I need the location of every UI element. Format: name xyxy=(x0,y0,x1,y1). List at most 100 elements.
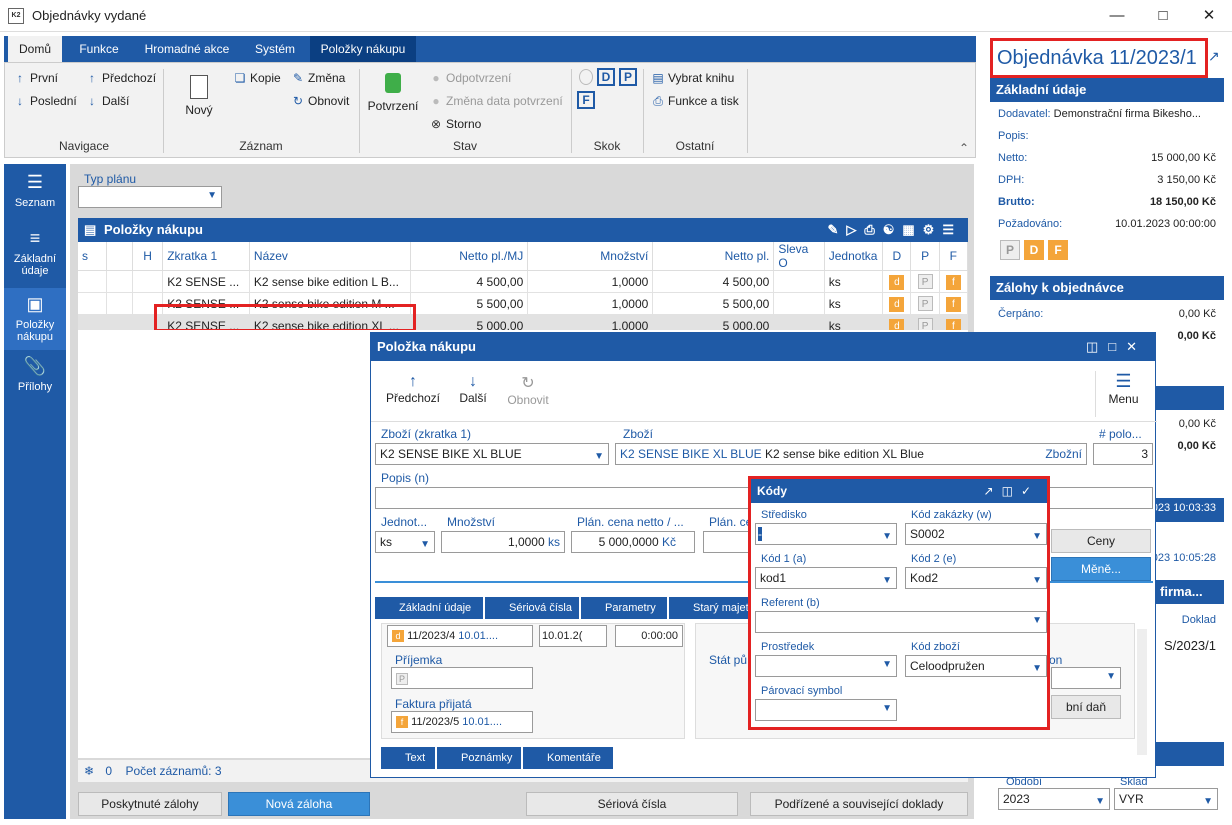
dialog-menu-button[interactable]: ☰ Menu xyxy=(1095,371,1151,417)
invoice-input[interactable]: f 11/2023/5 10.01.... xyxy=(391,711,533,733)
provided-deposits-button[interactable]: Poskytnuté zálohy xyxy=(78,792,222,816)
f-badge[interactable]: f xyxy=(945,318,961,330)
tab-serial-numbers[interactable]: Sériová čísla xyxy=(485,597,579,619)
tab-functions[interactable]: Funkce xyxy=(66,36,132,62)
goods-code-select[interactable]: Celoodpružen ▼ xyxy=(905,655,1047,677)
center-select[interactable]: - ▼ xyxy=(755,523,897,545)
plan-price-input[interactable]: 5 000,0000 Kč xyxy=(571,531,695,553)
nav-attachments[interactable]: 📎 Přílohy xyxy=(4,356,66,404)
unit-select[interactable]: ks ▼ xyxy=(375,531,435,553)
last-button[interactable]: ↓ Poslední xyxy=(13,94,77,108)
tab-system[interactable]: Systém xyxy=(242,36,308,62)
jump-f-button[interactable]: F xyxy=(577,91,595,109)
confirm-button[interactable]: Potvrzení xyxy=(367,73,419,113)
f-badge[interactable]: f xyxy=(945,274,961,290)
pairing-symbol-select[interactable]: ▼ xyxy=(755,699,897,721)
d-badge[interactable]: d xyxy=(889,274,905,290)
maximize-icon[interactable]: □ xyxy=(1140,4,1186,28)
first-button[interactable]: ↑ První xyxy=(13,71,58,85)
table-row[interactable]: K2 SENSE ... K2 sense bike edition L B..… xyxy=(78,270,968,293)
code1-select[interactable]: kod1 ▼ xyxy=(755,567,897,589)
col-s[interactable]: s xyxy=(78,242,107,271)
dialog-refresh-button[interactable]: ↻ Obnovit xyxy=(505,373,551,407)
related-documents-button[interactable]: Podřízené a související doklady xyxy=(750,792,968,816)
tab-basic-data[interactable]: Základní údaje xyxy=(375,597,483,619)
change-button[interactable]: ✎ Změna xyxy=(291,71,345,85)
tab-comments[interactable]: Komentáře xyxy=(523,747,613,769)
close-icon[interactable]: ✕ xyxy=(1186,4,1232,28)
tab-purchase-items[interactable]: Položky nákupu xyxy=(310,36,416,62)
d-badge[interactable]: d xyxy=(889,318,905,330)
copy-button[interactable]: ❏ Kopie xyxy=(233,71,281,85)
col-name[interactable]: Název xyxy=(249,242,412,271)
position-input[interactable]: 3 xyxy=(1093,443,1153,465)
col-f[interactable]: F xyxy=(939,242,968,271)
plan-price-2-input[interactable] xyxy=(703,531,749,553)
tax-button[interactable]: bní daň xyxy=(1051,695,1121,719)
dialog-window-icons[interactable]: ◫□✕ xyxy=(1086,333,1147,361)
minimize-icon[interactable]: — xyxy=(1094,4,1140,28)
functions-print-button[interactable]: ⎙ Funkce a tisk xyxy=(651,94,739,109)
storno-button[interactable]: ⊗ Storno xyxy=(429,117,481,131)
deposits-header[interactable]: Zálohy k objednávce xyxy=(990,276,1224,300)
document-d-input[interactable]: d 11/2023/4 10.01.... xyxy=(387,625,533,647)
p-badge[interactable]: P xyxy=(917,274,933,289)
date-input[interactable]: 10.01.2( xyxy=(539,625,607,647)
nav-purchase-items[interactable]: ▣ Položky nákupu xyxy=(4,288,66,350)
prices-button[interactable]: Ceny xyxy=(1051,529,1151,553)
referent-select[interactable]: ▼ xyxy=(755,611,1047,633)
nav-list[interactable]: ☰ Seznam xyxy=(4,172,66,226)
next-button[interactable]: ↓ Další xyxy=(85,94,129,108)
change-confirm-date-button[interactable]: ● Změna data potvrzení xyxy=(429,94,562,108)
col-unit-price[interactable]: Netto pl./MJ xyxy=(410,242,529,271)
nav-basic-data[interactable]: ≡ Základní údaje xyxy=(4,228,66,286)
f-badge[interactable]: f xyxy=(945,296,961,312)
goods-code-input[interactable]: K2 SENSE BIKE XL BLUE ▼ xyxy=(375,443,609,465)
plan-type-select[interactable]: ▼ xyxy=(78,186,222,208)
order-code-select[interactable]: S0002 ▼ xyxy=(905,523,1047,545)
new-button[interactable]: Nový xyxy=(181,75,217,117)
jump-p-button[interactable]: P xyxy=(619,68,637,86)
goods-input[interactable]: K2 SENSE BIKE XL BLUE K2 sense bike edit… xyxy=(615,443,1087,465)
quantity-input[interactable]: 1,0000 ks xyxy=(441,531,565,553)
col-unit[interactable]: Jednotka xyxy=(824,242,884,271)
currency-button[interactable]: Měně... xyxy=(1051,557,1151,581)
external-link-icon[interactable]: ↗ xyxy=(1208,48,1220,65)
receipt-input[interactable]: P xyxy=(391,667,533,689)
f-badge[interactable]: F xyxy=(1048,240,1068,260)
new-deposit-button[interactable]: Nová záloha xyxy=(228,792,370,816)
col-blank[interactable] xyxy=(106,242,133,271)
means-select[interactable]: ▼ xyxy=(755,655,897,677)
unconfirm-button[interactable]: ● Odpotvrzení xyxy=(429,71,511,85)
grid-toolbar-icons[interactable]: ✎▷⎙☯▦⚙☰ xyxy=(827,218,962,242)
col-discount[interactable]: Sleva O xyxy=(773,242,825,271)
p-badge[interactable]: P xyxy=(917,318,933,330)
col-code[interactable]: Zkratka 1 xyxy=(162,242,250,271)
basic-data-header[interactable]: Základní údaje xyxy=(990,78,1224,102)
snowflake-icon[interactable]: ❄ xyxy=(84,764,94,778)
p-badge[interactable]: P xyxy=(1000,240,1020,260)
d-badge[interactable]: D xyxy=(1024,240,1044,260)
jump-d-button[interactable]: D xyxy=(597,68,615,86)
code2-select[interactable]: Kod2 ▼ xyxy=(905,567,1047,589)
codes-window-icons[interactable]: ↗◫✓ xyxy=(984,479,1039,503)
circle-icon[interactable] xyxy=(579,69,593,85)
on-select[interactable]: ▼ xyxy=(1051,667,1121,689)
tab-home[interactable]: Domů xyxy=(8,36,62,62)
collapse-ribbon-icon[interactable]: ⌃ xyxy=(959,141,969,155)
col-h[interactable]: H xyxy=(132,242,164,271)
serial-numbers-button[interactable]: Sériová čísla xyxy=(526,792,738,816)
period-select[interactable]: 2023 ▼ xyxy=(998,788,1110,810)
d-badge[interactable]: d xyxy=(889,296,905,312)
tab-bulk-actions[interactable]: Hromadné akce xyxy=(134,36,240,62)
select-book-button[interactable]: ▤ Vybrat knihu xyxy=(651,71,734,85)
col-p[interactable]: P xyxy=(910,242,940,271)
col-net[interactable]: Netto pl. xyxy=(652,242,775,271)
dialog-prev-button[interactable]: ↑ Předchozí xyxy=(385,373,441,405)
store-select[interactable]: VYR ▼ xyxy=(1114,788,1218,810)
col-d[interactable]: D xyxy=(882,242,912,271)
scrollbar[interactable] xyxy=(1137,629,1147,755)
tab-notes[interactable]: Poznámky xyxy=(437,747,521,769)
time-input[interactable]: 0:00:00 xyxy=(615,625,683,647)
tab-text[interactable]: Text xyxy=(381,747,435,769)
